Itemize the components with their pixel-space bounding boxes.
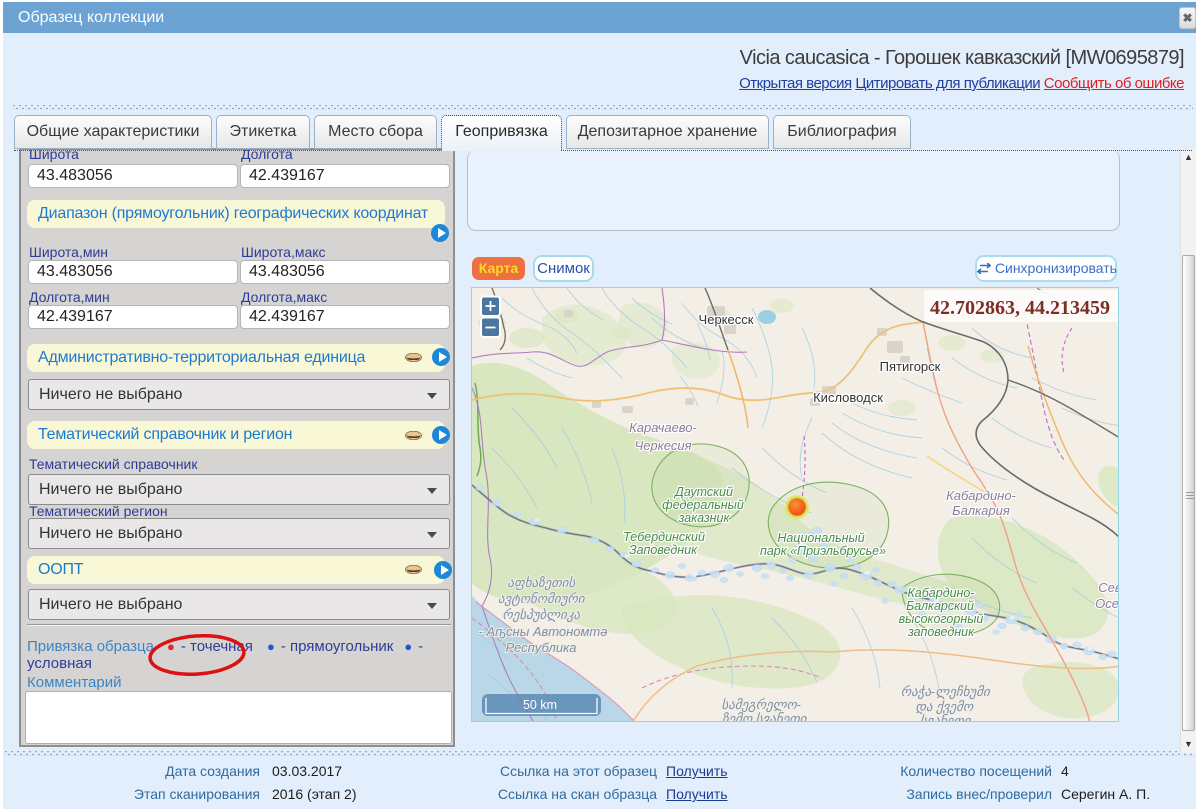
svg-text:Даутский: Даутский [673,485,733,499]
svg-text:რესპუბლიკა: რესპუბლიკა [502,607,581,623]
svg-text:высокогорный: высокогорный [899,612,984,626]
svg-text:Карачаево-: Карачаево- [629,420,697,435]
svg-text:- Аҧсны Автономтə: - Аҧсны Автономтə [479,624,608,639]
svg-text:Кабардино-: Кабардино- [946,488,1016,503]
svg-text:Балкарский: Балкарский [906,599,974,613]
svg-text:რაჭა-ლეჩხუმი: რაჭა-ლეჩხუმი [901,684,991,700]
svg-text:заповедник: заповедник [907,625,975,639]
svg-text:федеральный: федеральный [662,498,744,512]
svg-text:ავტონომიური: ავტონომიური [498,591,586,607]
svg-text:აფხაზეთის: აფხაზეთის [507,575,576,591]
svg-text:42.702863, 44.213459: 42.702863, 44.213459 [930,297,1110,319]
svg-text:Кисловодск: Кисловодск [813,390,883,405]
svg-text:ზემო სვანეთი: ზემო სვანეთი [722,711,808,722]
svg-text:Республика: Республика [505,640,576,655]
svg-text:Сев: Сев [1098,580,1119,595]
svg-text:Заповедник: Заповедник [629,543,698,557]
svg-text:Осети: Осети [1095,596,1119,611]
svg-text:50 km: 50 km [523,698,557,712]
svg-text:Черкесия: Черкесия [634,438,691,453]
svg-text:Черкесск: Черкесск [699,312,754,327]
svg-text:Национальный: Национальный [777,531,864,545]
svg-text:Тебердинский: Тебердинский [623,530,705,544]
svg-text:парк «Приэльбрусье»: парк «Приэльбрусье» [760,544,886,558]
svg-text:Балкария: Балкария [952,503,1010,518]
svg-text:Пятигорск: Пятигорск [880,359,941,374]
svg-text:Кабардино-: Кабардино- [907,586,974,600]
svg-text:заказник: заказник [678,511,731,525]
svg-text:სვანეთი: სვანეთი [920,713,972,722]
